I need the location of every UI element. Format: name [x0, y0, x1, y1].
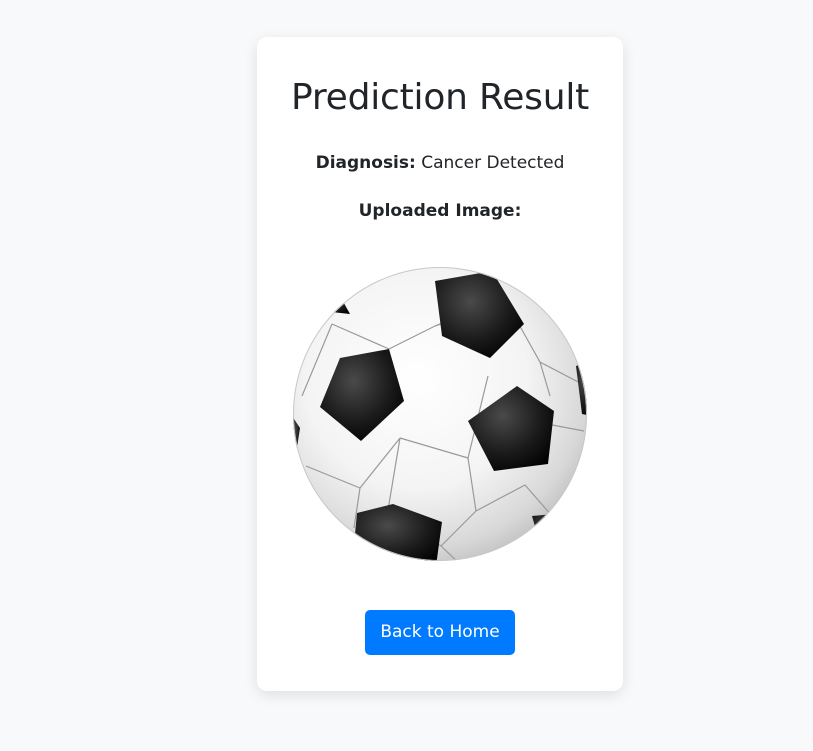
back-to-home-button[interactable]: Back to Home [365, 610, 515, 655]
result-card: Prediction Result Diagnosis: Cancer Dete… [257, 37, 623, 691]
diagnosis-line: Diagnosis: Cancer Detected [257, 151, 623, 175]
diagnosis-label: Diagnosis: [315, 153, 416, 173]
uploaded-image [292, 266, 588, 562]
diagnosis-value: Cancer Detected [421, 153, 565, 173]
page-title: Prediction Result [290, 77, 590, 118]
soccer-ball-image [293, 267, 587, 561]
uploaded-image-label: Uploaded Image: [358, 201, 522, 221]
